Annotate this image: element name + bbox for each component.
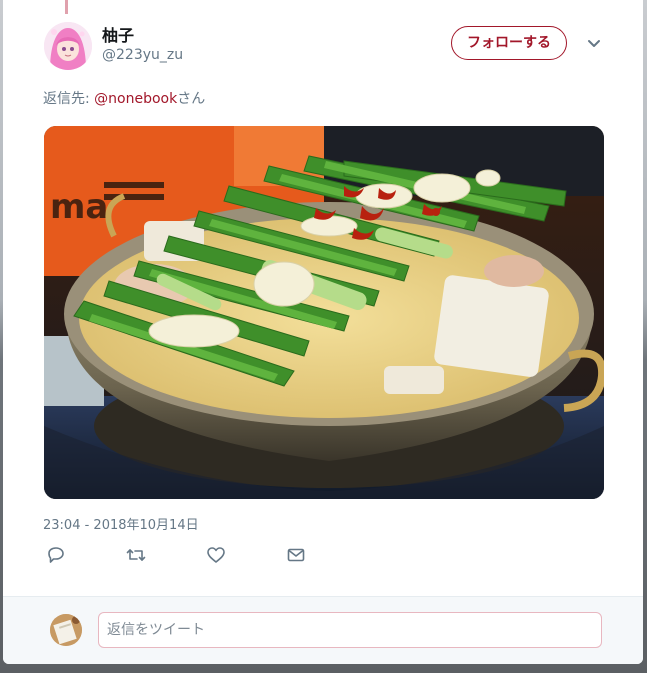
- tweet-timestamp[interactable]: 23:04 - 2018年10月14日: [43, 514, 199, 533]
- follow-button[interactable]: フォローする: [451, 26, 567, 60]
- author-handle[interactable]: @223yu_zu: [102, 47, 183, 63]
- tweet-permalink-modal: 柚子 @223yu_zu フォローする 返信先: @nonebookさん ma …: [3, 0, 643, 664]
- thread-connector-line: [65, 0, 68, 14]
- heart-icon[interactable]: [205, 544, 227, 566]
- envelope-icon[interactable]: [285, 544, 307, 566]
- tweet-photo[interactable]: ma: [44, 126, 604, 499]
- retweet-icon[interactable]: [125, 544, 147, 566]
- replying-to-line: 返信先: @nonebookさん: [43, 88, 205, 108]
- reply-input[interactable]: [98, 612, 602, 648]
- reply-icon[interactable]: [45, 544, 67, 566]
- replying-to-suffix: さん: [177, 91, 206, 107]
- chevron-down-icon[interactable]: [584, 34, 604, 54]
- author-name[interactable]: 柚子: [102, 22, 134, 46]
- replying-to-label: 返信先:: [43, 91, 95, 107]
- author-avatar[interactable]: [44, 22, 92, 70]
- reply-composer-bar: [3, 596, 643, 664]
- current-user-avatar[interactable]: [50, 614, 82, 646]
- photo-sign-text: ma: [50, 187, 108, 227]
- reply-mention-link[interactable]: @nonebook: [94, 91, 177, 107]
